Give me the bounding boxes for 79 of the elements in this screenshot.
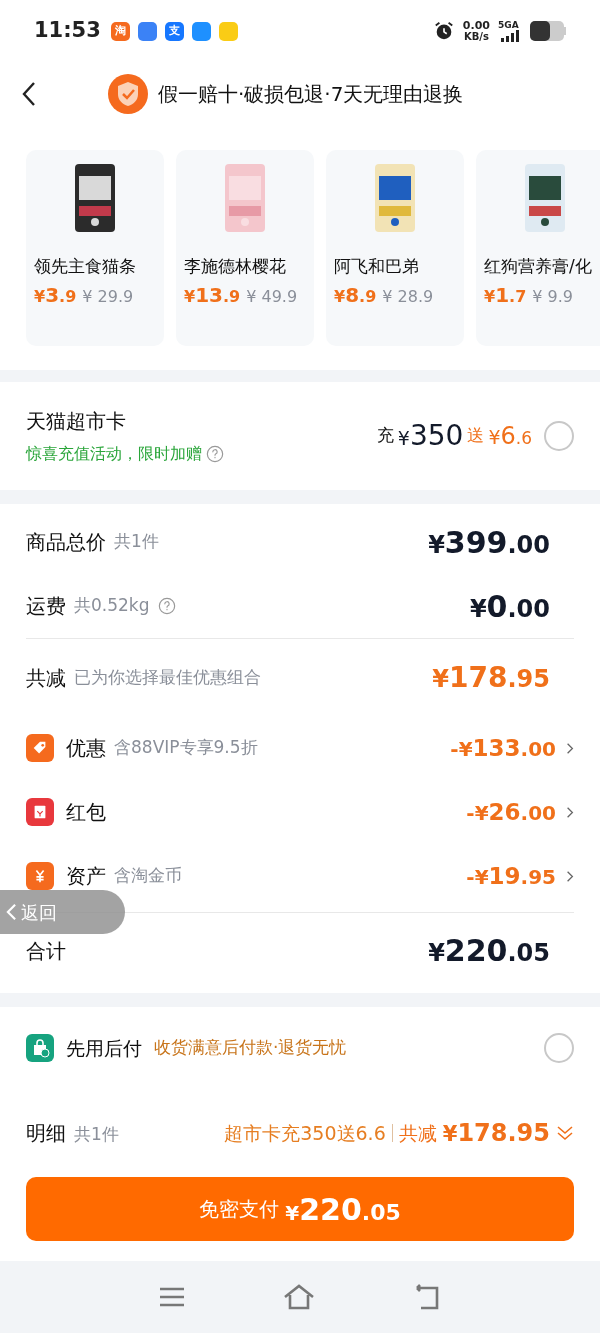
app-notification-icon: 淘: [110, 21, 130, 41]
net-unit: KB/s: [463, 31, 489, 42]
amount: -¥19.95: [466, 861, 556, 891]
shopping-bag-check-icon: [26, 1034, 54, 1062]
product-name: 红狗营养膏/化: [484, 255, 593, 278]
product-name: 李施德林樱花: [184, 255, 287, 278]
shield-check-icon: [108, 74, 148, 114]
app-notification-icon: [218, 21, 238, 41]
app-notification-icon: [137, 21, 157, 41]
app-notification-icon: [191, 21, 211, 41]
row-label: 共减: [26, 664, 66, 692]
detail-count: 共1件: [74, 1123, 119, 1146]
envelope-icon: [26, 798, 54, 826]
row-label: 运费: [26, 593, 66, 620]
row-label: 资产: [66, 863, 106, 890]
row-label: 红包: [66, 799, 106, 826]
row-note: 共1件: [114, 530, 159, 554]
signal-icon: [498, 30, 522, 42]
row-note: 已为你选择最佳优惠组合: [74, 665, 261, 689]
radio-button[interactable]: [544, 1033, 574, 1063]
double-chevron-down-icon[interactable]: [556, 1124, 574, 1142]
card-title: 天猫超市卡: [26, 408, 127, 435]
back-icon[interactable]: [22, 81, 36, 107]
row-label: 合计: [26, 937, 66, 965]
row-note: 含88VIP专享9.5折: [114, 736, 258, 760]
product-price: ¥8.9: [334, 281, 377, 309]
radio-button[interactable]: [544, 421, 574, 451]
battery-icon: [530, 21, 566, 41]
chevron-left-icon: [6, 903, 17, 921]
coin-icon: [26, 862, 54, 890]
pay-later-subtitle: 收货满意后付款·退货无忧: [154, 1036, 347, 1060]
net-speed: 0.00: [462, 20, 490, 31]
recharge-amount: ¥350: [397, 418, 464, 454]
clock: 11:53: [34, 17, 101, 45]
amount: -¥26.00: [466, 797, 556, 827]
chevron-right-icon[interactable]: [566, 741, 574, 755]
product-card[interactable]: 李施德林樱花 ¥13.9 ¥ 49.9: [176, 150, 314, 346]
promo-summary: 超市卡充350送6.6: [224, 1120, 386, 1146]
row-label: 商品总价: [26, 529, 106, 556]
pay-amount: ¥220.05: [285, 1190, 401, 1229]
reduction-label: 共减: [398, 1120, 437, 1146]
pay-later-title: 先用后付: [66, 1035, 142, 1061]
amount: ¥178.95: [432, 659, 551, 696]
detail-label: 明细: [26, 1120, 66, 1147]
guarantee-title: 假一赔十·破损包退·7天无理由退换: [158, 81, 464, 108]
app-notification-icon: 支: [164, 21, 184, 41]
product-price: ¥1.7: [484, 281, 527, 309]
amount: -¥133.00: [450, 733, 556, 763]
product-name: 领先主食猫条: [34, 255, 137, 278]
product-card[interactable]: 阿飞和巴弟 ¥8.9 ¥ 28.9: [326, 150, 464, 346]
reduction-amount: ¥178.95: [442, 1118, 550, 1149]
original-price: ¥ 49.9: [246, 285, 298, 308]
amount: ¥399.00: [428, 523, 551, 562]
chevron-right-icon[interactable]: [566, 805, 574, 819]
original-price: ¥ 29.9: [82, 285, 134, 308]
row-note: 共0.52kg: [74, 594, 150, 618]
product-price: ¥3.9: [34, 281, 77, 309]
product-card[interactable]: 领先主食猫条 ¥3.9 ¥ 29.9: [26, 150, 164, 346]
bonus-amount: ¥6.6: [488, 421, 532, 452]
row-note: 含淘金币: [114, 864, 182, 888]
help-icon[interactable]: [206, 445, 224, 463]
product-card[interactable]: 红狗营养膏/化 ¥1.7 ¥ 9.9: [476, 150, 600, 346]
bonus-label: 送: [467, 424, 485, 448]
home-icon[interactable]: [283, 1284, 315, 1310]
network-type: 5GA: [498, 20, 519, 30]
original-price: ¥ 28.9: [382, 285, 434, 308]
help-icon[interactable]: [157, 597, 176, 615]
card-subtitle: 惊喜充值活动，限时加赠: [26, 443, 202, 465]
back-nav-icon[interactable]: [413, 1284, 441, 1310]
recharge-label: 充: [376, 424, 394, 448]
row-label: 优惠: [66, 735, 106, 762]
product-price: ¥13.9: [184, 281, 241, 309]
amount: ¥0.00: [469, 587, 551, 626]
original-price: ¥ 9.9: [532, 285, 573, 308]
menu-icon[interactable]: [159, 1286, 185, 1308]
product-name: 阿飞和巴弟: [334, 255, 420, 278]
amount: ¥220.05: [428, 932, 551, 970]
tag-icon: [26, 734, 54, 762]
chevron-right-icon[interactable]: [566, 869, 574, 883]
